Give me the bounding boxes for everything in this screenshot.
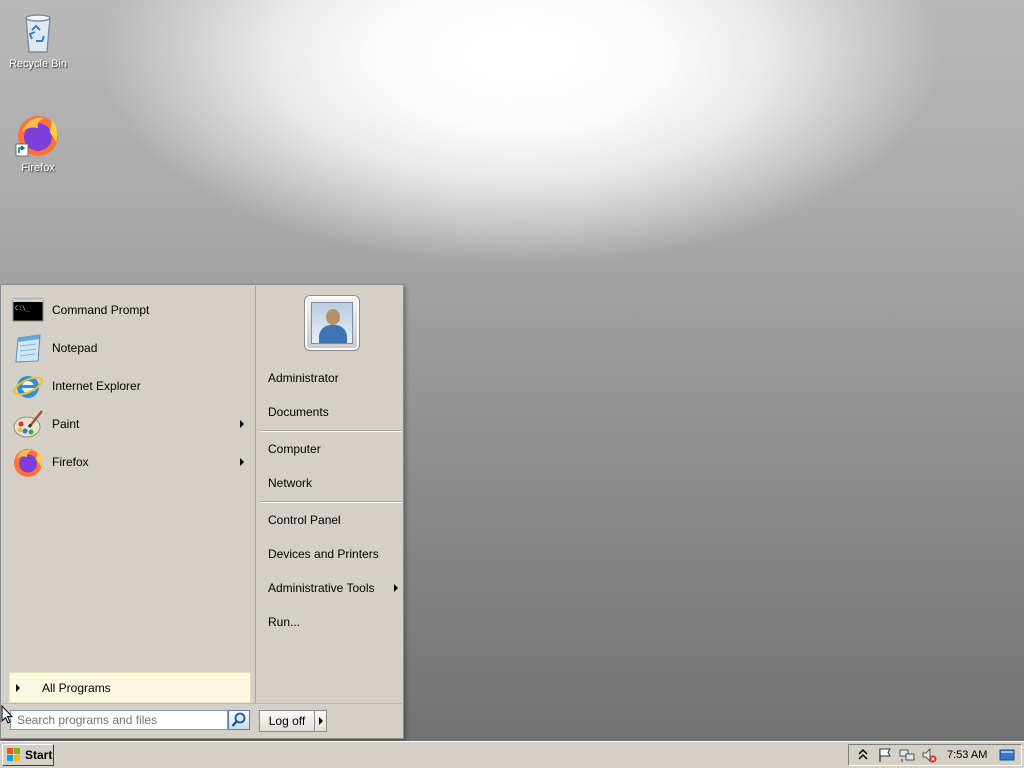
mouse-cursor-icon [1,705,13,724]
place-label: Devices and Printers [268,547,379,561]
notepad-icon [12,332,44,364]
place-control-panel[interactable]: Control Panel [268,509,402,531]
start-item-label: Paint [52,417,80,431]
desktop-icon-label: Firefox [21,162,55,174]
place-administrative-tools[interactable]: Administrative Tools [268,577,402,599]
desktop-icon-label: Recycle Bin [8,58,68,70]
start-menu-programs-pane: C:\_ Command Prompt Notepad Internet Exp… [2,286,254,703]
firefox-icon [12,446,44,478]
start-label: Start [25,748,53,762]
submenu-arrow-icon [240,420,244,428]
submenu-arrow-icon [240,458,244,466]
place-label: Administrative Tools [268,581,375,595]
place-label: Administrator [268,371,339,385]
expand-arrow-icon [16,683,20,692]
search-icon [231,712,246,727]
place-label: Computer [268,442,321,456]
user-picture-avatar[interactable] [304,295,360,351]
divider [260,430,402,432]
place-computer[interactable]: Computer [268,438,402,460]
internet-explorer-icon [12,370,44,402]
windows-logo-icon [7,748,21,762]
all-programs-button[interactable]: All Programs [9,672,251,703]
place-label: Control Panel [268,513,341,527]
desktop-icon-firefox[interactable]: Firefox [0,112,76,175]
search-button[interactable] [228,710,250,730]
firefox-icon [14,112,62,160]
divider [260,501,402,503]
start-menu-places-pane: Administrator Documents Computer Network… [255,286,403,703]
clock[interactable]: 7:53 AM [947,749,987,761]
paint-icon [12,408,44,440]
start-item-internet-explorer[interactable]: Internet Explorer [8,368,250,404]
desktop-icon-recycle-bin[interactable]: Recycle Bin [0,8,76,71]
search-input[interactable] [10,710,228,730]
place-label: Documents [268,405,329,419]
place-documents[interactable]: Documents [268,401,402,423]
start-item-label: Notepad [52,341,98,355]
network-icon[interactable] [899,747,915,763]
all-programs-label: All Programs [42,680,111,695]
submenu-arrow-icon [394,584,398,592]
place-administrator[interactable]: Administrator [268,367,402,389]
svg-text:C:\_: C:\_ [15,305,30,312]
start-item-paint[interactable]: Paint [8,406,250,442]
log-off-label: Log off [268,714,306,728]
place-label: Run... [268,615,301,629]
recycle-bin-icon [14,8,62,56]
show-hidden-icons-chevron-icon[interactable] [855,747,871,763]
start-item-label: Firefox [52,455,89,469]
system-tray: 7:53 AM [848,744,1022,766]
show-desktop-icon[interactable] [999,747,1015,763]
place-label: Network [268,476,313,490]
start-item-label: Command Prompt [52,303,150,317]
volume-muted-icon[interactable] [921,747,937,763]
start-item-command-prompt[interactable]: C:\_ Command Prompt [8,292,250,328]
start-item-firefox[interactable]: Firefox [8,444,250,480]
start-item-label: Internet Explorer [52,379,141,393]
taskbar: Start 7:53 AM [0,741,1024,768]
log-off-button[interactable]: Log off [259,710,315,732]
start-menu: C:\_ Command Prompt Notepad Internet Exp… [0,284,404,739]
place-network[interactable]: Network [268,472,402,494]
start-button[interactable]: Start [2,744,54,766]
start-item-notepad[interactable]: Notepad [8,330,250,366]
user-avatar-icon [311,302,353,344]
shutdown-options-arrow-button[interactable] [314,710,327,732]
action-center-flag-icon[interactable] [877,747,893,763]
place-devices-and-printers[interactable]: Devices and Printers [268,543,402,565]
start-menu-bottom-bar: Log off [2,703,402,738]
place-run[interactable]: Run... [268,611,402,633]
command-prompt-icon: C:\_ [12,294,44,326]
